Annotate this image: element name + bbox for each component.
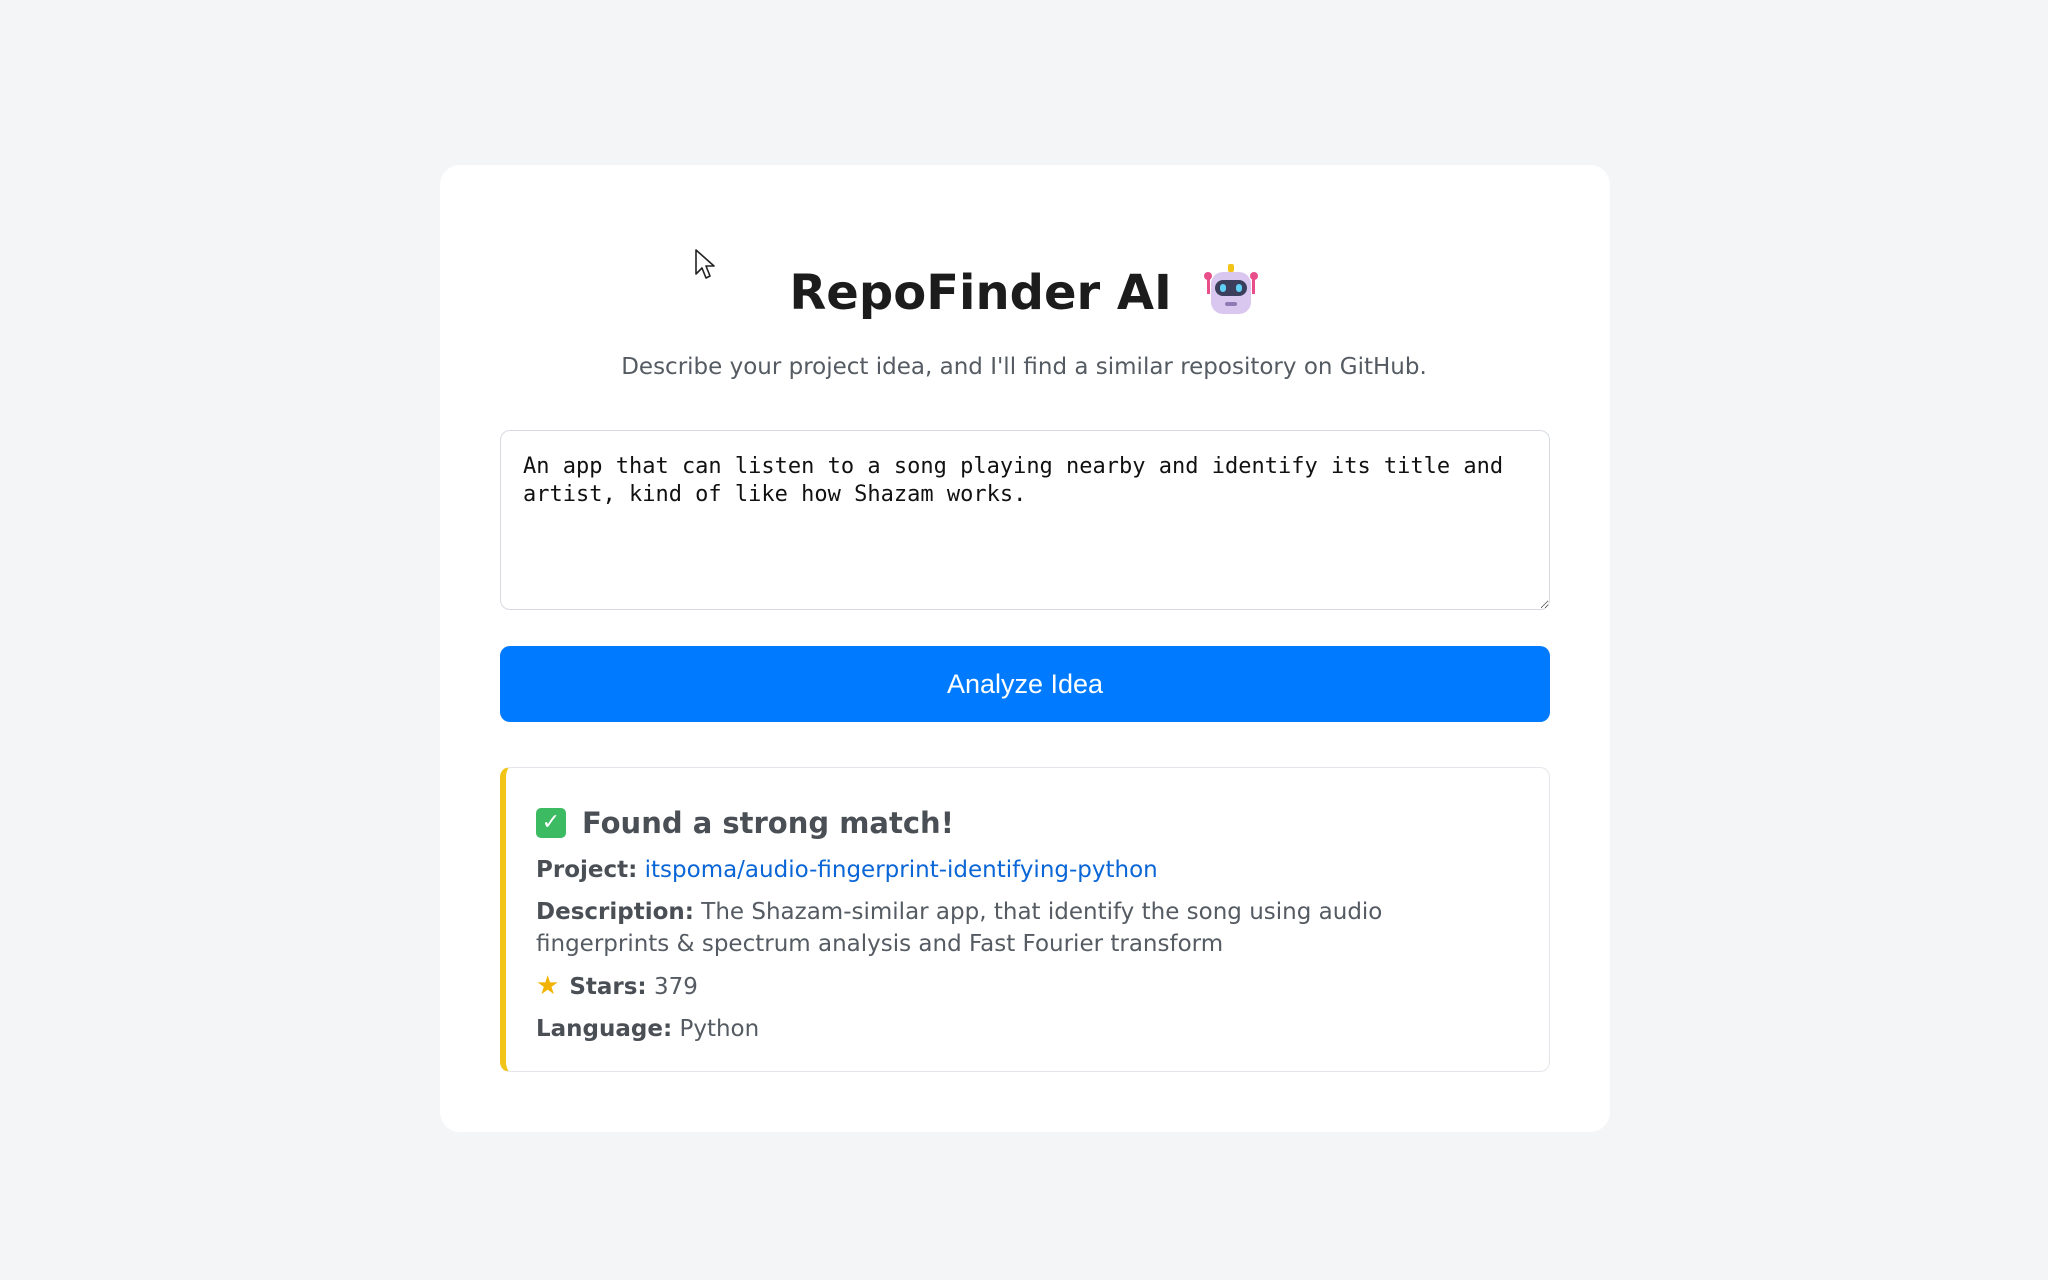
idea-input[interactable]: An app that can listen to a song playing…: [500, 430, 1550, 610]
page-title: RepoFinder AI: [789, 265, 1172, 321]
language-label: Language:: [536, 1016, 673, 1042]
language-row: Language: Python: [536, 1013, 1519, 1045]
stars-label: Stars:: [569, 974, 647, 1000]
description-row: Description: The Shazam-similar app, tha…: [536, 896, 1519, 960]
mouse-cursor-icon: [694, 248, 716, 284]
star-icon: ★: [536, 971, 560, 1001]
check-icon: ✓: [536, 808, 566, 838]
result-heading-row: ✓ Found a strong match!: [536, 806, 1519, 840]
project-label: Project:: [536, 857, 638, 883]
stars-row: ★ Stars: 379: [536, 970, 1519, 1003]
page-title-row: RepoFinder AI: [0, 258, 2048, 328]
project-row: Project: itspoma/audio-fingerprint-ident…: [536, 854, 1519, 886]
page-subtitle: Describe your project idea, and I'll fin…: [621, 354, 1427, 380]
description-label: Description:: [536, 899, 694, 925]
project-link[interactable]: itspoma/audio-fingerprint-identifying-py…: [645, 857, 1158, 883]
analyze-button[interactable]: Analyze Idea: [500, 646, 1550, 722]
result-card: ✓ Found a strong match! Project: itspoma…: [500, 767, 1550, 1072]
robot-icon: [1203, 262, 1259, 318]
stars-value: 379: [653, 974, 698, 1000]
language-value: Python: [679, 1016, 760, 1042]
result-heading: Found a strong match!: [582, 806, 954, 840]
